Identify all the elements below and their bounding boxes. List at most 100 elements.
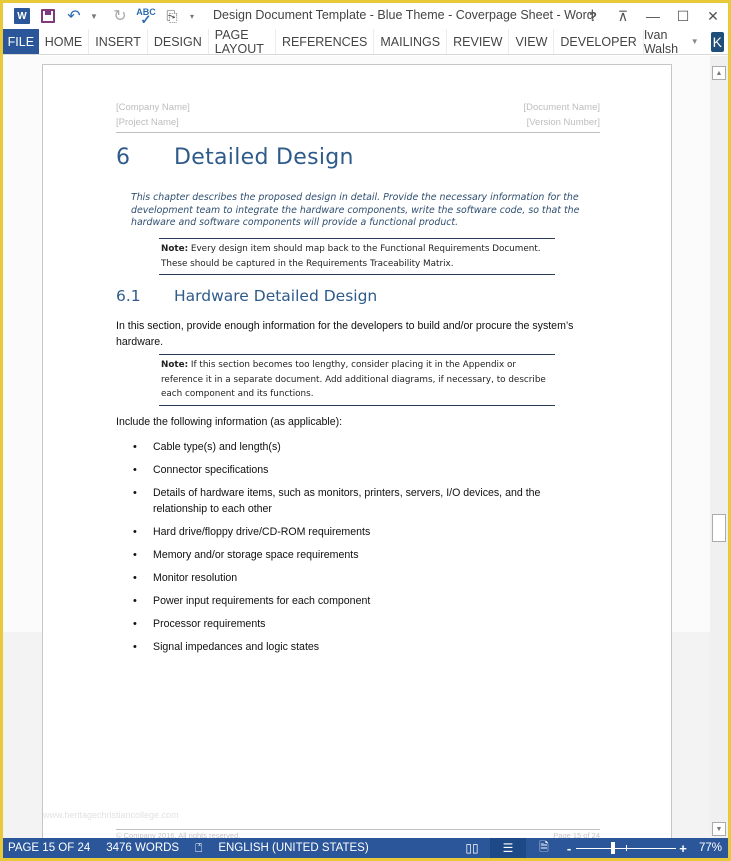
web-layout-button[interactable]: 🗎 <box>526 838 562 858</box>
note-box-2: Note: If this section becomes too length… <box>159 354 555 406</box>
header-version-number: [Version Number] <box>526 117 600 128</box>
user-account-menu[interactable]: Ivan Walsh ▼ K <box>643 27 728 56</box>
list-item: Details of hardware items, such as monit… <box>133 485 593 517</box>
maximize-button[interactable]: ☐ <box>668 3 698 29</box>
tab-home[interactable]: HOME <box>39 29 90 54</box>
minimize-button[interactable]: — <box>638 3 668 29</box>
document-page[interactable]: [Company Name] [Document Name] [Project … <box>42 64 672 854</box>
word-count[interactable]: 3476 WORDS <box>98 842 187 854</box>
zoom-level[interactable]: 77% <box>690 842 728 854</box>
tab-references[interactable]: REFERENCES <box>276 29 375 54</box>
chevron-down-icon: ▼ <box>690 37 699 46</box>
scroll-down-button[interactable]: ▼ <box>712 822 726 836</box>
page-count[interactable]: PAGE 15 OF 24 <box>3 842 98 854</box>
arrow-down-icon: ▼ <box>715 825 723 833</box>
view-and-zoom-controls: ▯▯ ☰ 🗎 - + 77% <box>454 838 728 858</box>
avatar[interactable]: K <box>710 31 724 52</box>
read-mode-icon: ▯▯ <box>465 841 479 855</box>
tab-developer[interactable]: DEVELOPER <box>554 29 644 54</box>
note-label: Note: <box>161 360 189 370</box>
undo-icon: ↶ <box>67 8 81 25</box>
vertical-scrollbar[interactable]: ▲ ▼ <box>710 56 728 838</box>
tab-view[interactable]: VIEW <box>509 29 555 54</box>
zoom-out-button[interactable]: - <box>562 841 576 856</box>
list-item: Cable type(s) and length(s) <box>133 439 593 455</box>
heading-1-text: Detailed Design <box>174 145 354 170</box>
note-text: If this section becomes too lengthy, con… <box>161 360 546 399</box>
customize-qat-icon: ▾ <box>189 11 194 21</box>
quick-access-toolbar: W ↶ ▼ ↻ ABC ✓ ⎘ ▾ <box>9 6 205 26</box>
spelling-button[interactable]: ABC ✓ <box>133 6 159 27</box>
tab-review[interactable]: REVIEW <box>447 29 510 54</box>
note-text: Every design item should map back to the… <box>161 244 541 269</box>
scroll-up-button[interactable]: ▲ <box>712 66 726 80</box>
close-button[interactable]: ✕ <box>698 3 728 29</box>
window-title: Design Document Template - Blue Theme - … <box>213 8 594 22</box>
language-indicator[interactable]: ENGLISH (UNITED STATES) <box>210 842 376 854</box>
print-layout-button[interactable]: ☰ <box>490 838 526 858</box>
list-item: Signal impedances and logic states <box>133 639 593 655</box>
header-divider <box>116 132 600 133</box>
heading-2-text: Hardware Detailed Design <box>174 287 378 305</box>
read-mode-button[interactable]: ▯▯ <box>454 838 490 858</box>
note-box-1: Note: Every design item should map back … <box>159 238 555 275</box>
header-company-name: [Company Name] <box>116 102 190 113</box>
tab-file[interactable]: FILE <box>3 29 39 54</box>
tab-mailings[interactable]: MAILINGS <box>374 29 448 54</box>
include-paragraph: Include the following information (as ap… <box>116 416 343 428</box>
minimize-icon: — <box>646 8 660 24</box>
document-canvas[interactable]: [Company Name] [Document Name] [Project … <box>3 56 710 854</box>
hardware-bullet-list: Cable type(s) and length(s) Connector sp… <box>133 439 593 662</box>
status-bar: PAGE 15 OF 24 3476 WORDS ⎕ͯ ENGLISH (UNI… <box>3 838 728 858</box>
redo-icon: ↻ <box>113 8 127 25</box>
header-project-name: [Project Name] <box>116 117 179 128</box>
customize-qat-button[interactable]: ▾ <box>179 6 205 26</box>
proofing-button[interactable]: ⎕ͯ <box>187 841 210 856</box>
footer-divider <box>116 829 600 830</box>
list-item: Processor requirements <box>133 616 593 632</box>
title-bar: W ↶ ▼ ↻ ABC ✓ ⎘ ▾ Design Document Templat… <box>3 3 728 29</box>
plus-icon: + <box>679 840 687 856</box>
help-button[interactable]: ? <box>578 3 608 29</box>
redo-button[interactable]: ↻ <box>107 6 133 26</box>
list-item: Monitor resolution <box>133 570 593 586</box>
maximize-icon: ☐ <box>676 7 690 24</box>
close-icon: ✕ <box>707 7 719 24</box>
heading-1-number: 6 <box>116 145 131 170</box>
tab-insert[interactable]: INSERT <box>89 29 148 54</box>
page-header-row-1: [Company Name] [Document Name] <box>116 102 600 113</box>
note-label: Note: <box>161 244 189 254</box>
chapter-intro: This chapter describes the proposed desi… <box>131 192 580 228</box>
heading-2: 6.1 Hardware Detailed Design <box>116 287 377 305</box>
window-controls: ? ⊼ — ☐ ✕ <box>578 3 728 29</box>
minus-icon: - <box>566 840 572 856</box>
word-window: W ↶ ▼ ↻ ABC ✓ ⎘ ▾ Design Document Templat… <box>3 3 728 858</box>
list-item: Power input requirements for each compon… <box>133 593 593 609</box>
arrow-up-icon: ▲ <box>715 69 723 77</box>
help-icon: ? <box>589 8 597 24</box>
list-item: Hard drive/floppy drive/CD-ROM requireme… <box>133 524 593 540</box>
watermark: www.heritagechristiancollege.com <box>43 810 179 820</box>
list-item: Connector specifications <box>133 462 593 478</box>
zoom-in-button[interactable]: + <box>676 841 690 856</box>
spelling-check-icon: ABC ✓ <box>136 7 156 27</box>
web-layout-icon: 🗎 <box>539 839 549 854</box>
zoom-100-tick <box>626 845 627 851</box>
tab-design[interactable]: DESIGN <box>148 29 209 54</box>
undo-dropdown[interactable]: ▼ <box>81 6 107 26</box>
user-name: Ivan Walsh <box>643 27 679 56</box>
scrollbar-thumb[interactable] <box>712 514 726 542</box>
save-button[interactable] <box>35 6 61 26</box>
proofing-errors-icon: ⎕ͯ <box>195 840 203 855</box>
zoom-slider[interactable] <box>576 838 676 858</box>
ribbon-display-options-button[interactable]: ⊼ <box>608 3 638 29</box>
ribbon-tabs: FILE HOME INSERT DESIGN PAGE LAYOUT REFE… <box>3 27 728 56</box>
word-app-icon[interactable]: W <box>9 6 35 26</box>
ribbon-display-icon: ⊼ <box>617 7 629 24</box>
zoom-slider-handle[interactable] <box>611 842 616 854</box>
tab-page-layout[interactable]: PAGE LAYOUT <box>209 28 276 56</box>
page-header-row-2: [Project Name] [Version Number] <box>116 117 600 128</box>
heading-2-number: 6.1 <box>116 287 141 305</box>
header-document-name: [Document Name] <box>523 102 600 113</box>
print-layout-icon: ☰ <box>502 841 514 855</box>
